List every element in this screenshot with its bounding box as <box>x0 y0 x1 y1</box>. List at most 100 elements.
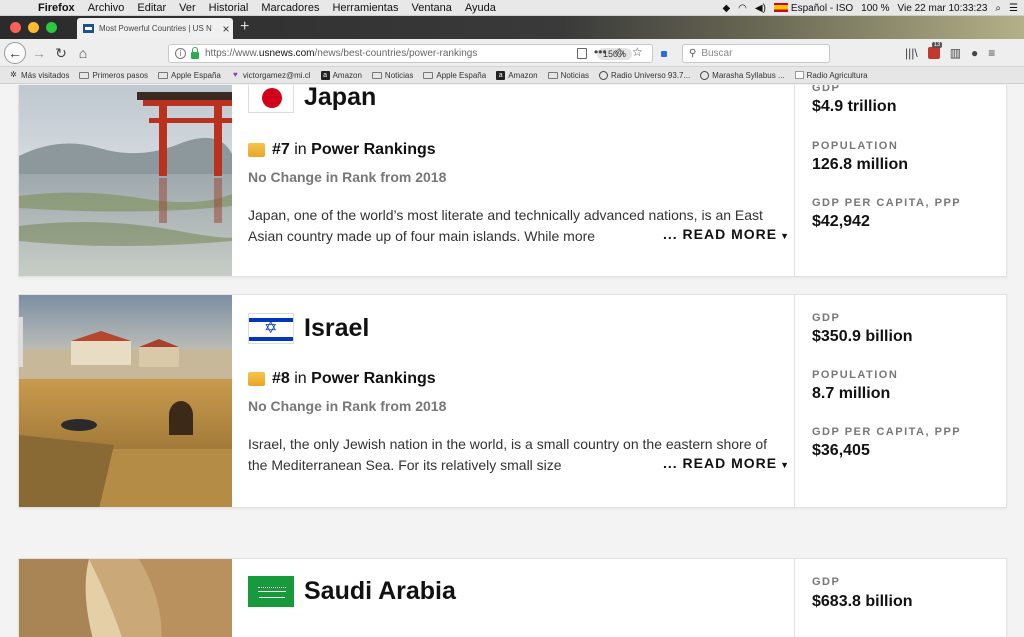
read-more-label: READ MORE <box>682 226 778 242</box>
population-label: POPULATION <box>812 140 899 152</box>
country-name-japan[interactable]: Japan <box>304 85 376 112</box>
home-button[interactable]: ⌂ <box>75 44 91 62</box>
bookmark-marasha-syllabus[interactable]: Marasha Syllabus ... <box>700 70 785 80</box>
close-window-button[interactable] <box>10 22 21 33</box>
saudi-arabia-heading[interactable]: Saudi Arabia <box>248 576 456 607</box>
saudi-arabia-flag-icon <box>248 576 294 607</box>
input-source-menu[interactable]: Español - ISO <box>773 3 853 14</box>
tab-strip: Most Powerful Countries | US N × + <box>0 16 1024 39</box>
israel-rank-change: No Change in Rank from 2018 <box>248 398 447 414</box>
minimize-window-button[interactable] <box>28 22 39 33</box>
lock-icon <box>191 46 199 59</box>
menu-marcadores[interactable]: Marcadores <box>261 2 319 14</box>
menu-ventana[interactable]: Ventana <box>411 2 451 14</box>
bookmark-amazon-2[interactable]: a Amazon <box>496 70 538 80</box>
folder-icon <box>158 71 169 79</box>
gdp-per-capita-label: GDP PER CAPITA, PPP <box>812 197 962 209</box>
page-actions-menu-icon[interactable]: ••• <box>594 45 607 59</box>
israel-read-more-button[interactable]: ... READ MORE ▼ <box>636 455 789 471</box>
amazon-icon: a <box>496 70 506 80</box>
bookmark-label: victorgamez@mi.cl <box>242 70 311 80</box>
forward-button[interactable]: → <box>31 44 47 62</box>
menu-historial[interactable]: Historial <box>209 2 249 14</box>
israel-heading[interactable]: ✡ Israel <box>248 313 369 344</box>
spain-flag-icon <box>773 3 788 13</box>
menu-firefox[interactable]: Firefox <box>38 2 75 14</box>
israel-photo[interactable] <box>19 295 232 507</box>
country-name-saudi-arabia[interactable]: Saudi Arabia <box>304 577 456 606</box>
israel-gdp-value: $350.9 billion <box>812 328 913 345</box>
bookmark-primeros-pasos[interactable]: Primeros pasos <box>79 71 148 80</box>
account-icon[interactable]: ● <box>971 46 978 60</box>
bookmark-page-icon <box>79 71 90 79</box>
japan-photo[interactable] <box>19 85 232 276</box>
ublock-icon[interactable]: 13 <box>927 42 943 59</box>
menu-archivo[interactable]: Archivo <box>88 2 125 14</box>
folder-icon <box>371 71 382 79</box>
chevron-down-icon: ▼ <box>780 460 789 470</box>
tab-close-icon[interactable]: × <box>219 22 233 36</box>
gear-icon: ✲ <box>10 70 17 79</box>
israel-gdp-per-capita-value: $36,405 <box>812 442 870 459</box>
menu-ayuda[interactable]: Ayuda <box>465 2 496 14</box>
israel-rank-number: #8 <box>272 370 290 387</box>
back-button[interactable]: ← <box>4 42 26 64</box>
card-divider <box>794 559 795 637</box>
menu-herramientas[interactable]: Herramientas <box>332 2 398 14</box>
menu-editar[interactable]: Editar <box>137 2 166 14</box>
bookmark-amazon[interactable]: a Amazon <box>320 70 362 80</box>
reload-button[interactable]: ↻ <box>53 44 69 62</box>
bookmark-radio-universo[interactable]: Radio Universo 93.7... <box>599 70 690 80</box>
bookmark-noticias-2[interactable]: Noticias <box>547 70 590 80</box>
dropbox-icon[interactable]: ◆ <box>722 3 730 14</box>
bookmark-apple-espana[interactable]: Apple España <box>158 71 221 80</box>
japan-heading[interactable]: Japan <box>248 85 376 113</box>
bookmark-label: Marasha Syllabus ... <box>712 70 785 80</box>
japan-read-more-button[interactable]: ... READ MORE ▼ <box>636 226 789 242</box>
country-name-israel[interactable]: Israel <box>304 314 369 343</box>
bookmark-victorgamez[interactable]: ♥ victorgamez@mi.cl <box>231 71 311 80</box>
menu-ver[interactable]: Ver <box>179 2 196 14</box>
site-info-icon[interactable]: i <box>175 48 186 59</box>
notification-center-icon[interactable]: ☰ <box>1009 3 1018 14</box>
country-card-israel: ✡ Israel #8 in Power Rankings No Change … <box>18 294 1007 508</box>
rank-list-link[interactable]: Power Rankings <box>311 370 435 388</box>
clock[interactable]: Vie 22 mar 10:33:23 <box>898 3 988 14</box>
globe-icon <box>700 70 710 80</box>
zoom-window-button[interactable] <box>46 22 57 33</box>
japan-gdp-value: $4.9 trillion <box>812 98 897 115</box>
extension-icon[interactable] <box>661 51 667 57</box>
bookmark-star-icon[interactable]: ☆ <box>632 45 643 59</box>
japan-population-value: 126.8 million <box>812 156 909 173</box>
url-text[interactable]: https://www.usnews.com/news/best-countri… <box>205 48 577 59</box>
address-bar[interactable]: i https://www.usnews.com/news/best-count… <box>168 44 653 63</box>
url-prefix: https://www. <box>205 48 259 59</box>
bookmark-radio-agricultura[interactable]: Radio Agricultura <box>794 70 868 80</box>
gdp-label: GDP <box>812 312 841 324</box>
hamburger-menu-icon[interactable]: ≡ <box>988 46 995 60</box>
reader-view-icon[interactable] <box>576 48 587 59</box>
search-bar[interactable]: ⚲ Buscar <box>682 44 830 63</box>
battery-status[interactable]: 100 % <box>861 3 889 14</box>
bookmark-noticias[interactable]: Noticias <box>371 71 413 80</box>
bookmark-label: Radio Agricultura <box>806 70 868 80</box>
sidebar-icon[interactable]: ▥ <box>950 46 961 60</box>
search-placeholder: Buscar <box>701 48 733 59</box>
page-actions: ••• ◇ ☆ <box>594 45 643 59</box>
new-tab-icon[interactable]: + <box>240 18 249 36</box>
rank-list-link[interactable]: Power Rankings <box>311 141 435 159</box>
israel-flag-icon: ✡ <box>248 313 294 344</box>
tab-most-powerful-countries[interactable]: Most Powerful Countries | US N × <box>77 18 233 39</box>
saudi-arabia-photo[interactable] <box>19 559 232 637</box>
bookmark-label: Amazon <box>332 70 362 80</box>
bookmark-label: Noticias <box>560 70 590 80</box>
radio-icon <box>794 71 804 79</box>
volume-icon[interactable]: ◀) <box>755 3 766 14</box>
bookmark-apple-espana-2[interactable]: Apple España <box>423 71 486 80</box>
spotlight-icon[interactable]: ⌕ <box>995 3 1001 14</box>
library-icon[interactable]: |||\ <box>905 46 918 60</box>
toolbar-right-tools: |||\ 13 ▥ ● ≡ <box>905 42 995 60</box>
pocket-icon[interactable]: ◇ <box>615 45 624 59</box>
wifi-icon[interactable]: ◠ <box>738 3 747 14</box>
bookmark-mas-visitados[interactable]: ✲ Más visitados <box>9 71 69 80</box>
